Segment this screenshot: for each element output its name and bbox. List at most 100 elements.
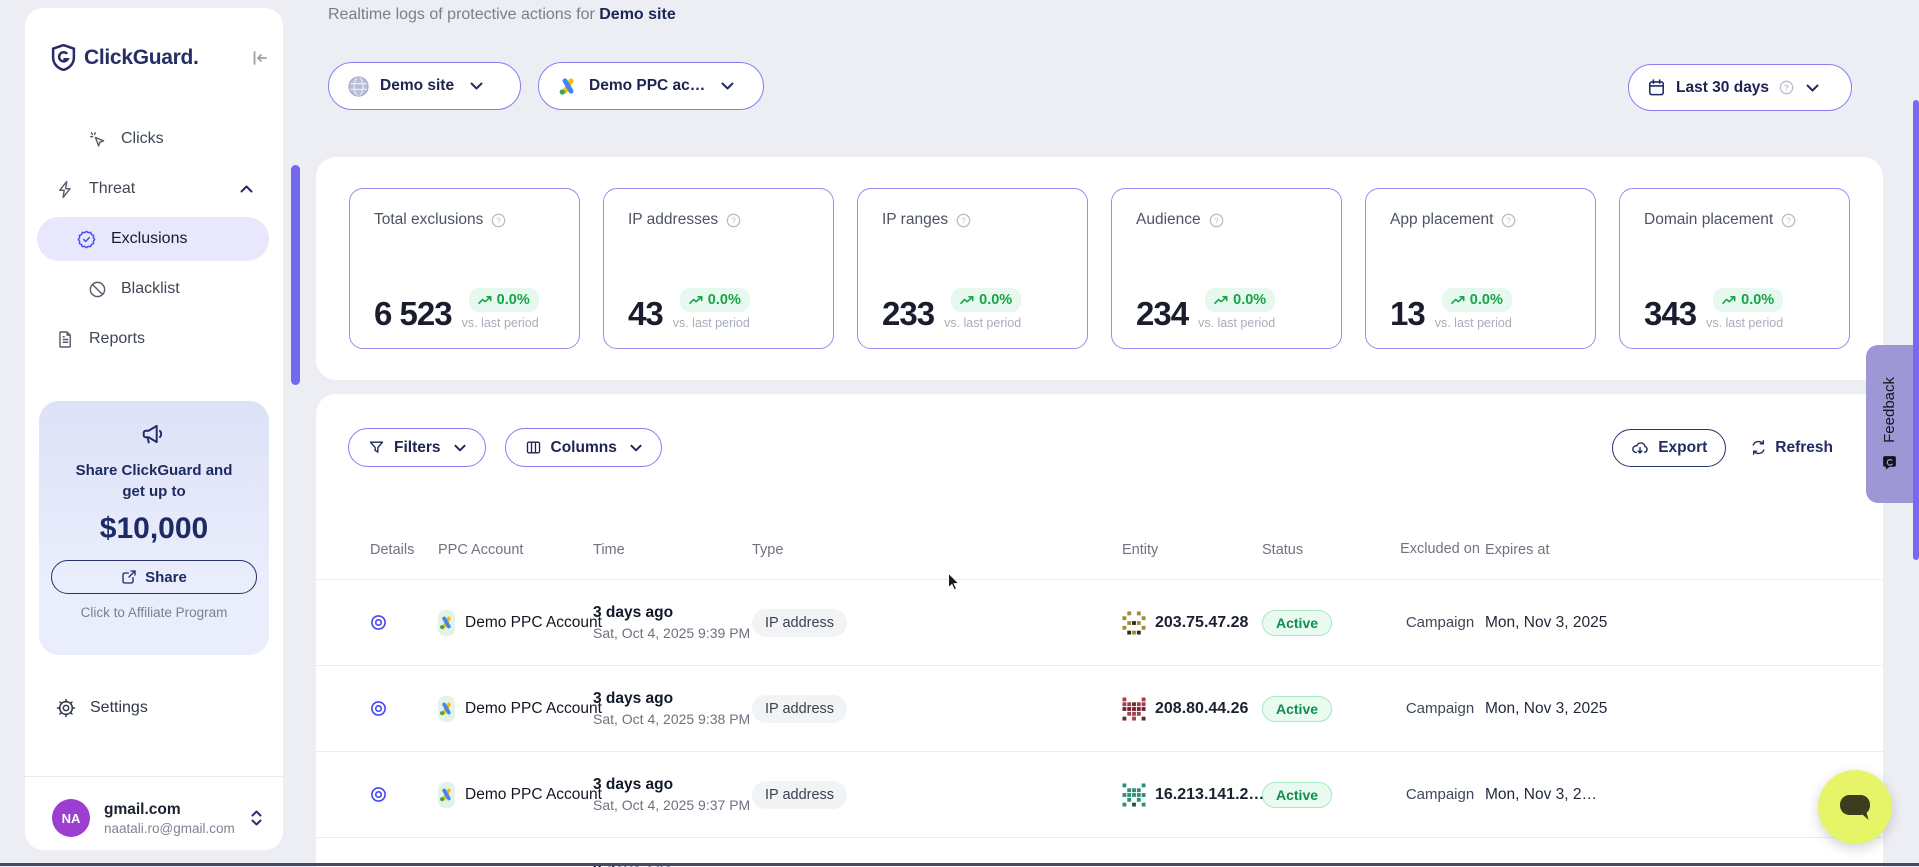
sidebar-item-clicks[interactable]: Clicks — [25, 114, 283, 164]
type-badge: IP address — [752, 695, 847, 723]
page-scrollbar[interactable] — [1913, 100, 1919, 560]
trend-up-icon — [689, 295, 703, 305]
column-header-details: Details — [370, 542, 438, 558]
chevron-up-icon[interactable] — [240, 185, 253, 193]
stat-value: 43 — [628, 297, 663, 330]
entity-identicon — [1122, 697, 1146, 721]
promo-caption: Click to Affiliate Program — [39, 605, 269, 620]
help-icon[interactable]: ? — [1781, 213, 1796, 228]
svg-text:?: ? — [1786, 215, 1791, 225]
view-details-icon[interactable] — [370, 614, 387, 631]
zap-icon — [56, 180, 75, 199]
stat-value: 13 — [1390, 297, 1425, 330]
trend-up-icon — [478, 295, 492, 305]
feedback-chat-icon — [1881, 454, 1898, 471]
column-header-time: Time — [593, 542, 752, 558]
stat-label: Domain placement — [1644, 211, 1773, 229]
page: ClickGuard. Clicks Threat — [0, 0, 1919, 867]
trend-badge: 0.0% — [1205, 288, 1275, 312]
chevron-down-icon — [1806, 84, 1819, 92]
affiliate-promo-card[interactable]: Share ClickGuard and get up to $10,000 S… — [39, 401, 269, 655]
export-button[interactable]: Export — [1612, 429, 1726, 467]
trend-up-icon — [1451, 295, 1465, 305]
site-selector[interactable]: Demo site — [328, 62, 521, 110]
logo-row: ClickGuard. — [51, 44, 269, 71]
megaphone-icon — [141, 421, 167, 447]
trend-value: 0.0% — [979, 292, 1012, 308]
status-badge: Active — [1262, 782, 1332, 808]
google-ads-icon — [438, 696, 455, 722]
stat-card: IP ranges ? 233 0.0% vs. last period — [857, 188, 1088, 349]
stat-card: IP addresses ? 43 0.0% vs. last period — [603, 188, 834, 349]
sidebar-item-label: Blacklist — [121, 280, 180, 298]
sidebar-item-label: Threat — [89, 180, 135, 198]
ppc-account-name: Demo PPC Account — [465, 700, 602, 718]
time-relative: 3 days ago — [593, 604, 673, 622]
share-button[interactable]: Share — [51, 560, 257, 594]
sidebar-item-settings[interactable]: Settings — [25, 686, 283, 730]
help-icon[interactable]: ? — [956, 213, 971, 228]
feedback-tab[interactable]: Feedback — [1866, 345, 1913, 503]
trend-value: 0.0% — [708, 292, 741, 308]
stat-card: Audience ? 234 0.0% vs. last period — [1111, 188, 1342, 349]
column-header-expires-at: Expires at — [1485, 542, 1883, 558]
cursor-click-icon — [88, 130, 107, 149]
sidebar-item-threat[interactable]: Threat — [25, 164, 283, 214]
help-icon[interactable]: ? — [491, 213, 506, 228]
sidebar-item-blacklist[interactable]: Blacklist — [25, 264, 283, 314]
stat-card: Total exclusions ? 6 523 0.0% vs. last p… — [349, 188, 580, 349]
exclusions-table-card: Filters Columns Export — [316, 394, 1883, 867]
type-badge: IP address — [752, 609, 847, 637]
calendar-icon — [1647, 78, 1666, 97]
table-row: Demo PPC Account 3 days ago Sat, Oct 4, … — [316, 580, 1883, 666]
google-ads-icon — [557, 75, 579, 97]
account-switcher[interactable]: NA gmail.com naatali.ro@gmail.com — [25, 788, 283, 848]
trend-value: 0.0% — [1741, 292, 1774, 308]
stat-caption: vs. last period — [462, 316, 539, 330]
refresh-icon — [1750, 439, 1767, 456]
help-icon[interactable]: ? — [726, 213, 741, 228]
view-details-icon[interactable] — [370, 700, 387, 717]
svg-text:?: ? — [1214, 215, 1219, 225]
trend-value: 0.0% — [497, 292, 530, 308]
chevron-down-icon — [630, 444, 642, 452]
settings-label: Settings — [90, 699, 148, 717]
sidebar-item-exclusions[interactable]: Exclusions — [37, 217, 269, 261]
stat-caption: vs. last period — [1198, 316, 1275, 330]
excluded-on-value: Campaign — [1406, 614, 1474, 631]
columns-icon — [525, 439, 542, 456]
sidebar-scrollbar[interactable] — [291, 165, 300, 385]
ppc-account-name: Demo PPC Account — [465, 614, 602, 632]
view-details-icon[interactable] — [370, 786, 387, 803]
help-icon[interactable]: ? — [1501, 213, 1516, 228]
subtitle-site-name: Demo site — [599, 6, 675, 23]
status-badge: Active — [1262, 610, 1332, 636]
refresh-button[interactable]: Refresh — [1750, 439, 1833, 457]
date-range-selector[interactable]: Last 30 days ? — [1628, 64, 1852, 111]
stat-label: IP ranges — [882, 211, 948, 229]
help-icon[interactable]: ? — [1779, 80, 1794, 95]
sidebar-item-reports[interactable]: Reports — [25, 314, 283, 364]
help-icon[interactable]: ? — [1209, 213, 1224, 228]
stat-card: Domain placement ? 343 0.0% vs. last per… — [1619, 188, 1850, 349]
site-selector-value: Demo site — [380, 77, 454, 95]
chat-launcher-button[interactable] — [1818, 770, 1892, 844]
google-ads-icon — [438, 782, 455, 808]
trend-value: 0.0% — [1470, 292, 1503, 308]
entity-identicon — [1122, 783, 1146, 807]
ban-icon — [88, 280, 107, 299]
stat-caption: vs. last period — [673, 316, 750, 330]
sidebar-nav: Clicks Threat Exclusions — [25, 114, 283, 364]
stat-caption: vs. last period — [944, 316, 1021, 330]
collapse-sidebar-icon[interactable] — [251, 50, 269, 66]
trend-badge: 0.0% — [680, 288, 750, 312]
status-badge: Active — [1262, 696, 1332, 722]
filters-button[interactable]: Filters — [348, 428, 486, 467]
columns-button[interactable]: Columns — [505, 428, 662, 467]
chevron-down-icon — [721, 82, 734, 90]
feedback-tab-label: Feedback — [1881, 377, 1898, 443]
ppc-account-selector[interactable]: Demo PPC ac… — [538, 62, 764, 110]
column-header-status: Status — [1262, 542, 1395, 558]
column-header-entity: Entity — [1122, 542, 1262, 558]
promo-amount: $10,000 — [39, 512, 269, 546]
